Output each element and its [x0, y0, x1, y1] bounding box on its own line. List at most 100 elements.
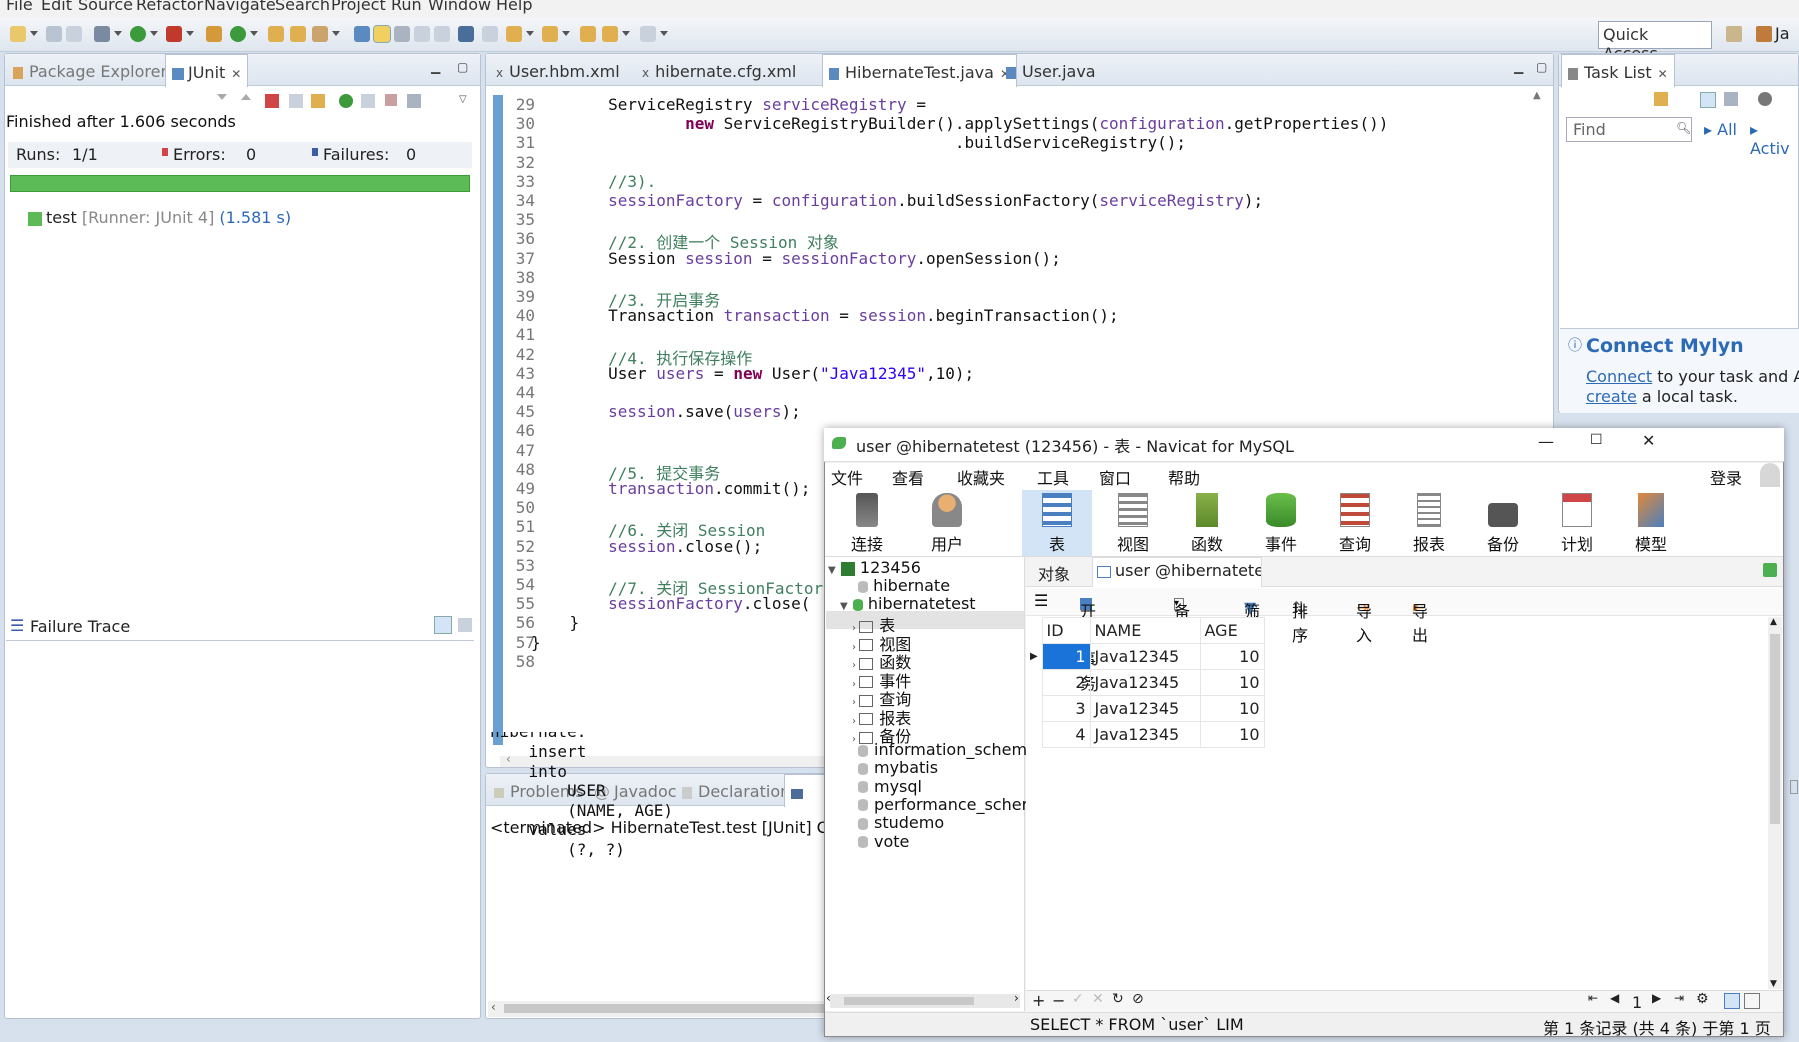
history-icon[interactable]	[407, 94, 421, 108]
new-tab-icon[interactable]	[1763, 563, 1777, 577]
ribbon-model[interactable]: 模型	[1616, 493, 1686, 555]
menu-source[interactable]: Source	[78, 0, 133, 14]
ribbon-report[interactable]: 报表	[1394, 493, 1464, 555]
nav-menu-view[interactable]: 查看	[892, 465, 924, 489]
table-row[interactable]: 3 Java12345 10	[1030, 695, 1265, 722]
code-line[interactable]: session.close();	[531, 537, 762, 556]
close-icon[interactable]: ✕	[231, 67, 241, 81]
stop-icon[interactable]: ⊘	[1132, 991, 1144, 1007]
code-line[interactable]: }	[531, 613, 580, 632]
save-all-icon[interactable]	[66, 26, 82, 42]
activate-link[interactable]: ▸ Activ	[1750, 120, 1799, 158]
discard-icon[interactable]: ✕	[1092, 991, 1104, 1007]
maximize-icon[interactable]: ▢	[1536, 60, 1547, 74]
stop-icon[interactable]	[385, 94, 397, 106]
ribbon-connect[interactable]: 连接	[832, 493, 902, 555]
scheduled-icon[interactable]	[1724, 92, 1738, 106]
menu-refactor[interactable]: Refactor	[136, 0, 203, 14]
tree-db-item[interactable]: mysql	[858, 777, 922, 796]
side-tab-icon[interactable]	[1790, 780, 1798, 794]
perspective-label[interactable]: Ja	[1775, 24, 1790, 43]
ribbon-table[interactable]: 表	[1022, 490, 1092, 556]
console-horizontal-scrollbar[interactable]: ‹	[488, 1000, 830, 1017]
back-icon[interactable]	[602, 26, 618, 42]
table-row[interactable]: 2 Java12345 10	[1030, 669, 1265, 696]
tab-objects[interactable]: 对象	[1038, 561, 1070, 585]
ribbon-function[interactable]: 函数	[1172, 493, 1242, 555]
maximize-icon[interactable]: ▢	[457, 60, 468, 74]
find-input[interactable]: Find	[1566, 117, 1692, 142]
pin-icon[interactable]	[482, 26, 498, 42]
table-cell[interactable]: 3	[1041, 695, 1091, 722]
java-perspective-icon[interactable]	[1756, 26, 1772, 42]
add-record-icon[interactable]: +	[1032, 991, 1045, 1010]
table-cell[interactable]: Java12345	[1089, 643, 1201, 670]
create-link[interactable]: create	[1586, 387, 1637, 406]
nav-menu-file[interactable]: 文件	[831, 465, 863, 489]
nav-menu-window[interactable]: 窗口	[1099, 465, 1131, 489]
show-skipped-icon[interactable]	[311, 94, 325, 108]
show-failures-only-icon[interactable]	[265, 94, 279, 108]
tab-declaration[interactable]: Declaration	[676, 774, 796, 806]
save-icon[interactable]	[46, 26, 62, 42]
apply-icon[interactable]: ✓	[1072, 991, 1084, 1007]
categorized-icon[interactable]	[1700, 92, 1716, 108]
new-task-icon[interactable]	[1654, 92, 1668, 106]
tab-package-explorer[interactable]: Package Explorer	[7, 54, 173, 86]
menu-file[interactable]: File	[6, 0, 33, 14]
code-line[interactable]: transaction.commit();	[531, 479, 810, 498]
external-tools-icon[interactable]	[166, 26, 182, 42]
paragraph-icon[interactable]	[434, 26, 450, 42]
tab-hibernate-cfg-xml[interactable]: x hibernate.cfg.xml	[636, 54, 802, 86]
tree-db-hibernate[interactable]: hibernate	[858, 576, 950, 595]
debug-icon[interactable]	[94, 26, 110, 42]
show-whitespace-icon[interactable]	[414, 26, 430, 42]
code-line[interactable]: sessionFactory.close(	[531, 594, 810, 613]
nav-menu-help[interactable]: 帮助	[1168, 465, 1200, 489]
refresh-icon[interactable]: ↻	[1112, 991, 1124, 1007]
data-grid[interactable]: ID NAME AGE ▶ 1 Java12345 10 2 Java12345 10 3 Ja…	[1030, 617, 1265, 748]
table-cell[interactable]: Java12345	[1089, 695, 1201, 722]
tree-horizontal-scrollbar[interactable]: ‹ ›	[826, 991, 1020, 1008]
next-page-icon[interactable]: ▶	[1652, 991, 1661, 1005]
scroll-lock-icon[interactable]	[289, 94, 303, 108]
table-cell[interactable]: 2	[1041, 669, 1091, 696]
settings-icon[interactable]: ⚙	[1696, 991, 1709, 1007]
next-annotation-icon[interactable]	[506, 26, 522, 42]
close-icon[interactable]: ✕	[1658, 67, 1668, 81]
menu-icon[interactable]: ☰	[1034, 591, 1048, 610]
login-link[interactable]: 登录	[1710, 465, 1742, 489]
tab-junit[interactable]: JUnit ✕	[165, 54, 249, 87]
new-icon[interactable]	[10, 26, 26, 42]
minimize-icon[interactable]: ▁	[431, 60, 440, 74]
tab-task-list[interactable]: Task List ✕	[1561, 54, 1675, 87]
view-menu-icon[interactable]: ▽	[459, 94, 467, 105]
tab-user-java[interactable]: User.java	[1000, 54, 1102, 86]
menu-project[interactable]: Project	[331, 0, 386, 14]
code-line[interactable]: .buildServiceRegistry();	[531, 133, 1186, 152]
rerun-failed-icon[interactable]	[361, 94, 375, 108]
block-selection-icon[interactable]	[394, 26, 410, 42]
search-icon[interactable]	[312, 26, 328, 42]
tree-db-item[interactable]: vote	[858, 832, 909, 851]
tree-connection[interactable]: ▼ 123456	[828, 558, 921, 577]
table-row[interactable]: ▶ 1 Java12345 10	[1030, 643, 1265, 670]
ribbon-view[interactable]: 视图	[1098, 493, 1168, 555]
prev-annotation-icon[interactable]	[542, 26, 558, 42]
ribbon-query[interactable]: 查询	[1320, 493, 1390, 555]
ribbon-user[interactable]: 用户	[912, 493, 982, 555]
new-class-icon[interactable]	[230, 26, 246, 42]
table-cell[interactable]: Java12345	[1089, 721, 1201, 748]
menu-window[interactable]: Window	[428, 0, 491, 14]
highlight-icon[interactable]	[373, 25, 391, 43]
rerun-icon[interactable]	[339, 94, 353, 108]
focus-icon[interactable]	[1758, 92, 1772, 106]
avatar-icon[interactable]	[1760, 463, 1780, 487]
console-icon[interactable]	[458, 26, 474, 42]
tab-user-table[interactable]: user @hibernatetest ...	[1092, 557, 1262, 587]
scroll-up-icon[interactable]: ▲	[1533, 90, 1541, 101]
delete-record-icon[interactable]: −	[1052, 991, 1065, 1010]
test-tree-item[interactable]: test [Runner: JUnit 4] (1.581 s)	[28, 208, 291, 227]
page-number[interactable]: 1	[1632, 993, 1642, 1012]
open-folder-icon[interactable]	[290, 26, 306, 42]
